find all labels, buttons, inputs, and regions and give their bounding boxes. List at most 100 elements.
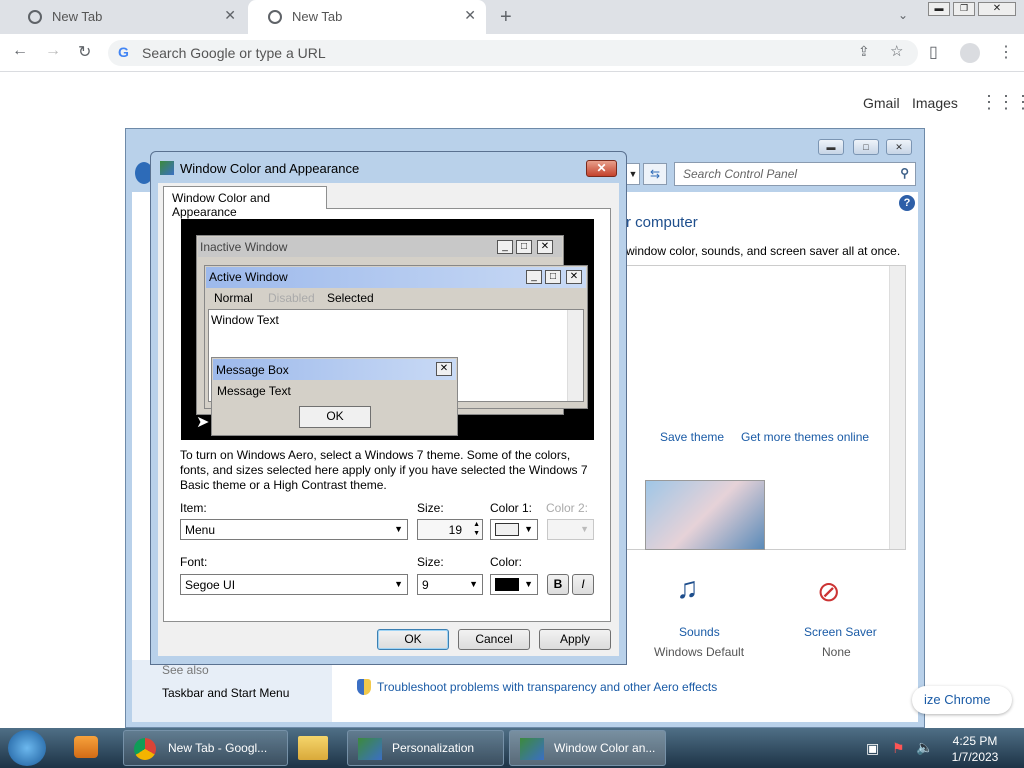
- size-spinner[interactable]: 19 ▲ ▼: [417, 519, 483, 540]
- menu-disabled: Disabled: [268, 291, 315, 305]
- taskbar-start-menu-link[interactable]: Taskbar and Start Menu: [162, 686, 289, 700]
- item-value: Menu: [185, 523, 216, 537]
- share-icon[interactable]: ⇪: [858, 43, 870, 60]
- color1-swatch: [495, 523, 519, 536]
- sounds-value: Windows Default: [654, 645, 745, 659]
- sounds-icon: ♫: [676, 572, 699, 605]
- media-player-icon[interactable]: [74, 736, 98, 758]
- gmail-link[interactable]: Gmail: [863, 95, 900, 111]
- theme-thumbnail[interactable]: [645, 480, 765, 550]
- ok-button[interactable]: OK: [377, 629, 449, 650]
- cancel-button[interactable]: Cancel: [458, 629, 530, 650]
- chevron-down-icon: ▼: [469, 579, 478, 589]
- font-color-swatch: [495, 578, 519, 591]
- chevron-down-icon: ▼: [524, 579, 533, 589]
- customize-label: ize Chrome: [924, 692, 991, 707]
- cp-minimize-button[interactable]: ▬: [818, 139, 844, 155]
- volume-icon[interactable]: 🔈: [916, 739, 933, 756]
- omnibox[interactable]: G Search Google or type a URL ⇪ ☆: [108, 40, 918, 66]
- msgbox-title: Message Box: [216, 363, 289, 377]
- apps-grid-icon[interactable]: ⋮⋮⋮: [980, 92, 1024, 113]
- font-select[interactable]: Segoe UI ▼: [180, 574, 408, 595]
- screen-saver-link[interactable]: Screen Saver: [804, 625, 877, 639]
- item-select[interactable]: Menu ▼: [180, 519, 408, 540]
- bold-button[interactable]: B: [547, 574, 569, 595]
- close-tab-icon[interactable]: ✕: [224, 7, 236, 24]
- new-tab-button[interactable]: +: [500, 6, 512, 29]
- font-color-picker[interactable]: ▼: [490, 574, 538, 595]
- control-panel-search[interactable]: Search Control Panel ⚲: [674, 162, 916, 186]
- taskbar-window-color-label: Window Color an...: [554, 741, 656, 755]
- msgbox-ok: OK: [299, 406, 371, 428]
- theme-scrollbar[interactable]: [889, 266, 905, 549]
- dialog-close-button[interactable]: ✕: [586, 160, 617, 177]
- refresh-icon[interactable]: ⇆: [643, 163, 667, 185]
- color1-picker[interactable]: ▼: [490, 519, 538, 540]
- explorer-icon[interactable]: [298, 736, 328, 760]
- font-value: Segoe UI: [185, 578, 236, 592]
- close-tab-icon[interactable]: ✕: [464, 7, 476, 24]
- apply-button[interactable]: Apply: [539, 629, 611, 650]
- tab-new-tab-1[interactable]: New Tab ✕: [8, 0, 246, 34]
- restore-button[interactable]: ❐: [953, 2, 975, 16]
- chevron-down-icon: ▼: [394, 524, 403, 534]
- aero-info-text: To turn on Windows Aero, select a Window…: [180, 448, 588, 492]
- color2-picker: ▼: [547, 519, 594, 540]
- italic-button[interactable]: I: [572, 574, 594, 595]
- address-dropdown[interactable]: ▼: [626, 163, 640, 185]
- cp-heading: r computer: [626, 214, 698, 231]
- network-icon[interactable]: ▣: [866, 740, 879, 757]
- search-placeholder: Search Control Panel: [683, 167, 798, 181]
- taskbar-personalization-label: Personalization: [392, 741, 475, 755]
- msgbox-text: Message Text: [217, 384, 291, 398]
- font-color-label: Color:: [490, 555, 523, 569]
- reload-icon[interactable]: ↻: [78, 42, 91, 62]
- taskbar-personalization[interactable]: Personalization: [347, 730, 504, 766]
- chrome-icon: [134, 738, 156, 760]
- forward-icon[interactable]: →: [45, 42, 61, 60]
- profile-avatar[interactable]: [960, 43, 980, 63]
- taskbar-chrome[interactable]: New Tab - Googl...: [123, 730, 288, 766]
- help-icon[interactable]: ?: [899, 195, 915, 211]
- menu-selected: Selected: [327, 291, 374, 305]
- cp-close-button[interactable]: ✕: [886, 139, 912, 155]
- start-button[interactable]: [8, 730, 46, 766]
- tab-label: Window Color and Appearance: [172, 191, 271, 219]
- taskbar-clock[interactable]: 4:25 PM 1/7/2023: [940, 733, 1010, 765]
- preview-scrollbar: [567, 310, 583, 401]
- active-close-icon: ✕: [566, 270, 582, 284]
- see-also-heading: See also: [162, 663, 209, 677]
- taskbar-window-color[interactable]: Window Color an...: [509, 730, 666, 766]
- save-theme-link[interactable]: Save theme: [660, 430, 724, 444]
- tab-window-color[interactable]: Window Color and Appearance: [163, 186, 327, 219]
- get-more-themes-link[interactable]: Get more themes online: [741, 430, 869, 444]
- color1-label: Color 1:: [490, 501, 533, 515]
- tab-new-tab-2[interactable]: New Tab ✕: [248, 0, 486, 34]
- troubleshoot-link[interactable]: Troubleshoot problems with transparency …: [377, 680, 717, 694]
- menu-kebab-icon[interactable]: ⋮: [998, 42, 1014, 62]
- tab-search-icon[interactable]: ⌄: [898, 8, 908, 22]
- font-size-select[interactable]: 9 ▼: [417, 574, 483, 595]
- chrome-tab-icon: [268, 10, 282, 24]
- cp-maximize-button[interactable]: □: [853, 139, 879, 155]
- close-window-button[interactable]: ✕: [978, 2, 1016, 16]
- images-link[interactable]: Images: [912, 95, 958, 111]
- action-center-icon[interactable]: ⚑: [892, 740, 905, 757]
- side-panel-icon[interactable]: ▯: [929, 42, 938, 62]
- bookmark-star-icon[interactable]: ☆: [890, 42, 903, 60]
- inactive-minimize-icon: _: [497, 240, 513, 254]
- customize-chrome-button[interactable]: ize Chrome: [912, 686, 1012, 714]
- cp-description: window color, sounds, and screen saver a…: [626, 244, 901, 258]
- menu-normal: Normal: [214, 291, 253, 305]
- clock-date: 1/7/2023: [951, 750, 999, 764]
- color2-label: Color 2:: [546, 501, 589, 515]
- google-icon: G: [118, 44, 129, 60]
- omnibox-placeholder: Search Google or type a URL: [142, 45, 326, 61]
- screen-saver-icon: ⊘: [817, 576, 841, 607]
- spinner-arrows-icon[interactable]: ▲ ▼: [473, 520, 480, 538]
- inactive-maximize-icon: □: [516, 240, 532, 254]
- screen-saver-value: None: [822, 645, 851, 659]
- sounds-link[interactable]: Sounds: [679, 625, 720, 639]
- minimize-button[interactable]: ▬: [928, 2, 950, 16]
- back-icon[interactable]: ←: [12, 42, 28, 60]
